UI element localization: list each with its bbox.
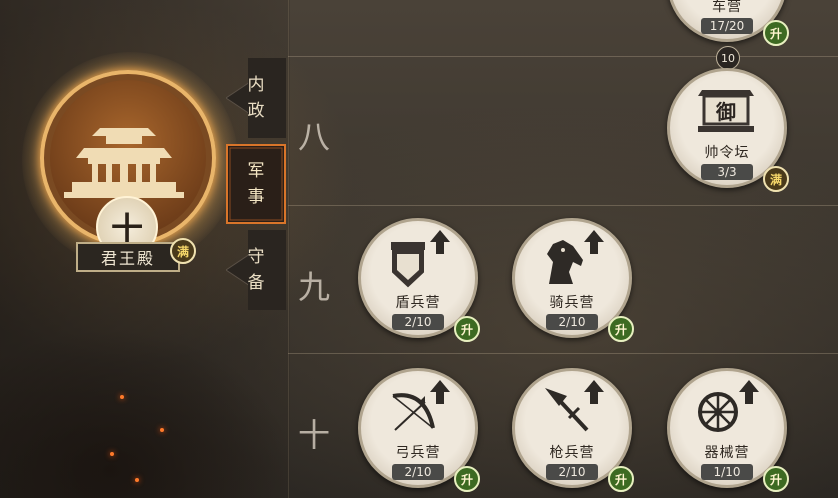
tab-label: 备	[247, 273, 265, 293]
full-level-badge: 满	[763, 166, 789, 192]
row-label-tier-9: 九	[298, 268, 331, 306]
building-name: 骑兵营	[549, 295, 595, 311]
building-spear-camp[interactable]: 枪兵营 2/10 升	[512, 368, 634, 492]
building-command-altar[interactable]: 御 帅令坛 3/3 满	[667, 68, 789, 192]
building-name: 帅令坛	[704, 145, 750, 161]
building-name: 车营	[712, 0, 742, 15]
tab-internal-affairs[interactable]: 内 政	[226, 58, 286, 138]
building-name: 器械营	[704, 445, 750, 461]
upgrade-arrow-icon	[584, 230, 604, 254]
tab-label: 政	[247, 101, 265, 121]
building-count: 17/20	[701, 18, 753, 34]
upgrade-arrow-icon	[430, 380, 450, 404]
building-count: 3/3	[701, 164, 753, 180]
palace-name-label: 君王殿	[76, 242, 180, 272]
upgrade-badge[interactable]: 升	[608, 466, 634, 492]
upgrade-badge[interactable]: 升	[454, 466, 480, 492]
unlock-level-connector: 10	[716, 46, 740, 70]
row-divider	[288, 56, 838, 57]
building-count: 1/10	[701, 464, 753, 480]
building-chariot-camp[interactable]: 车营 17/20 升	[667, 0, 789, 46]
row-label-tier-10: 十	[298, 416, 331, 454]
building-archer-camp[interactable]: 弓兵营 2/10 升	[358, 368, 480, 492]
divider-vertical	[288, 0, 289, 498]
full-level-badge: 满	[170, 238, 196, 264]
upgrade-arrow-icon	[584, 380, 604, 404]
altar-glyph: 御	[715, 100, 736, 124]
upgrade-arrow-icon	[430, 230, 450, 254]
building-count: 2/10	[392, 314, 444, 330]
building-cavalry-camp[interactable]: 骑兵营 2/10 升	[512, 218, 634, 342]
ember-particle	[120, 395, 124, 399]
palace-building[interactable]: 十 君王殿 满	[22, 52, 238, 272]
palace-icon	[64, 128, 184, 198]
row-divider	[288, 353, 838, 354]
building-name: 弓兵营	[395, 445, 441, 461]
building-siege-camp[interactable]: 器械营 1/10 升	[667, 368, 789, 492]
upgrade-arrow-icon	[739, 380, 759, 404]
upgrade-badge[interactable]: 升	[454, 316, 480, 342]
ember-particle	[135, 478, 139, 482]
building-count: 2/10	[546, 314, 598, 330]
tab-military[interactable]: 军 事	[226, 144, 286, 224]
tab-defense[interactable]: 守 备	[226, 230, 286, 310]
ember-particle	[110, 452, 114, 456]
command-altar-icon: 御	[698, 90, 754, 132]
building-count: 2/10	[392, 464, 444, 480]
building-name: 枪兵营	[549, 445, 595, 461]
row-label-tier-8: 八	[298, 118, 331, 156]
building-shield-camp[interactable]: 盾兵营 2/10 升	[358, 218, 480, 342]
tab-label: 内	[247, 75, 265, 95]
upgrade-badge[interactable]: 升	[608, 316, 634, 342]
tab-label: 守	[247, 247, 265, 267]
row-divider	[288, 205, 838, 206]
tab-label: 事	[247, 187, 265, 207]
tab-label: 军	[247, 161, 265, 181]
ember-particle	[160, 428, 164, 432]
upgrade-badge[interactable]: 升	[763, 466, 789, 492]
upgrade-badge[interactable]: 升	[763, 20, 789, 46]
building-count: 2/10	[546, 464, 598, 480]
building-name: 盾兵营	[395, 295, 441, 311]
